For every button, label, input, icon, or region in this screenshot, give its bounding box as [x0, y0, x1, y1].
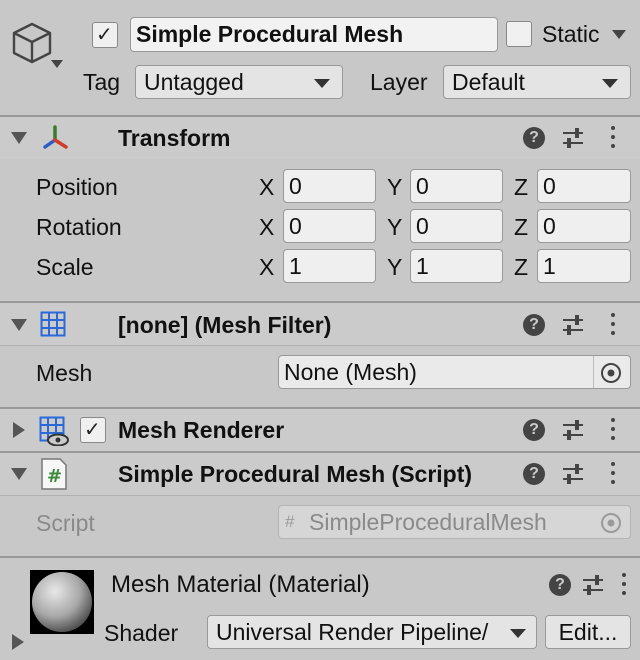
scale-z-input[interactable]: 1 [537, 249, 631, 283]
rotation-label: Rotation [36, 214, 122, 240]
kebab-menu-icon[interactable] [610, 418, 616, 442]
mesh-renderer-enabled-checkbox[interactable]: ✓ [80, 417, 106, 443]
foldout-expanded-icon[interactable] [11, 132, 27, 144]
position-z-input[interactable]: 0 [537, 169, 631, 203]
shader-edit-button[interactable]: Edit... [545, 615, 631, 649]
mesh-filter-grid-icon [40, 311, 66, 337]
mesh-filter-title: [none] (Mesh Filter) [118, 312, 332, 338]
scale-x-input[interactable]: 1 [283, 249, 376, 283]
checkmark-icon: ✓ [96, 24, 113, 46]
axis-z-label[interactable]: Z [514, 174, 528, 201]
tag-value: Untagged [144, 69, 244, 95]
axis-z-label[interactable]: Z [514, 254, 528, 281]
rotation-z-input[interactable]: 0 [537, 209, 631, 243]
help-icon[interactable]: ? [523, 419, 545, 441]
mesh-renderer-icon [39, 416, 69, 446]
divider [593, 356, 594, 388]
layer-value: Default [452, 69, 525, 95]
help-icon[interactable]: ? [523, 314, 545, 336]
object-picker-icon [601, 513, 621, 533]
script-label: Script [36, 510, 95, 536]
mesh-object-field[interactable]: None (Mesh) [278, 355, 631, 389]
scale-y-input[interactable]: 1 [410, 249, 503, 283]
foldout-collapsed-icon[interactable] [13, 422, 25, 438]
axis-x-label[interactable]: X [259, 254, 274, 281]
foldout-expanded-icon[interactable] [11, 468, 27, 480]
kebab-menu-icon[interactable] [610, 313, 616, 337]
mesh-filter-header[interactable]: [none] (Mesh Filter) ? [0, 303, 640, 345]
preset-sliders-icon[interactable] [562, 127, 584, 149]
rotation-y-input[interactable]: 0 [410, 209, 503, 243]
preset-sliders-icon[interactable] [582, 574, 604, 596]
transform-header[interactable]: Transform ? [0, 117, 640, 159]
mesh-label: Mesh [36, 360, 93, 386]
script-component-header[interactable]: # Simple Procedural Mesh (Script) ? [0, 453, 640, 495]
kebab-menu-icon[interactable] [610, 126, 616, 150]
mesh-renderer-title: Mesh Renderer [118, 417, 285, 443]
divider [0, 495, 640, 496]
foldout-collapsed-icon[interactable] [12, 634, 24, 650]
material-title: Mesh Material (Material) [111, 571, 370, 598]
mesh-renderer-header[interactable]: ✓ Mesh Renderer ? [0, 409, 640, 451]
help-icon[interactable]: ? [523, 463, 545, 485]
gameobject-cube-icon[interactable] [12, 22, 54, 66]
position-label: Position [36, 174, 118, 200]
transform-axis-icon [43, 125, 68, 149]
shader-value: Universal Render Pipeline/ [216, 619, 489, 645]
script-object-field: # SimpleProceduralMesh [278, 505, 631, 539]
preset-sliders-icon[interactable] [562, 463, 584, 485]
csharp-script-icon: # [41, 458, 67, 490]
preset-sliders-icon[interactable] [562, 419, 584, 441]
static-checkbox[interactable] [506, 21, 532, 47]
help-icon[interactable]: ? [523, 127, 545, 149]
script-value: SimpleProceduralMesh [309, 509, 547, 535]
axis-z-label[interactable]: Z [514, 214, 528, 241]
axis-x-label[interactable]: X [259, 214, 274, 241]
static-label: Static [542, 21, 600, 47]
kebab-menu-icon[interactable] [610, 462, 616, 486]
help-icon[interactable]: ? [549, 574, 571, 596]
object-picker-icon[interactable] [600, 362, 622, 384]
shader-label: Shader [104, 620, 179, 646]
scale-label: Scale [36, 254, 94, 280]
axis-y-label[interactable]: Y [387, 174, 402, 201]
axis-y-label[interactable]: Y [387, 214, 402, 241]
axis-x-label[interactable]: X [259, 174, 274, 201]
shader-dropdown[interactable]: Universal Render Pipeline/ [207, 615, 537, 649]
material-sphere-icon [32, 572, 92, 632]
preset-sliders-icon[interactable] [562, 314, 584, 336]
chevron-down-icon [602, 79, 618, 88]
transform-title: Transform [118, 125, 231, 151]
divider [0, 556, 640, 558]
layer-dropdown[interactable]: Default [443, 65, 631, 99]
foldout-expanded-icon[interactable] [11, 319, 27, 331]
position-x-input[interactable]: 0 [283, 169, 376, 203]
script-component-title: Simple Procedural Mesh (Script) [118, 461, 473, 487]
object-name-input[interactable]: Simple Procedural Mesh [130, 17, 498, 52]
svg-text:#: # [47, 466, 62, 487]
rotation-x-input[interactable]: 0 [283, 209, 376, 243]
chevron-down-icon[interactable] [51, 60, 63, 68]
chevron-down-icon [314, 79, 330, 88]
static-dropdown-icon[interactable] [612, 30, 626, 39]
layer-label: Layer [370, 69, 428, 95]
divider [0, 345, 640, 346]
kebab-menu-icon[interactable] [621, 573, 627, 597]
tag-label: Tag [83, 69, 121, 95]
tag-dropdown[interactable]: Untagged [135, 65, 343, 99]
mesh-value: None (Mesh) [284, 359, 417, 385]
script-hash-icon: # [285, 512, 295, 531]
material-preview-thumbnail[interactable] [30, 570, 94, 634]
position-y-input[interactable]: 0 [410, 169, 503, 203]
axis-y-label[interactable]: Y [387, 254, 402, 281]
checkmark-icon: ✓ [84, 419, 101, 441]
active-checkbox[interactable]: ✓ [92, 22, 118, 48]
chevron-down-icon [510, 629, 526, 638]
